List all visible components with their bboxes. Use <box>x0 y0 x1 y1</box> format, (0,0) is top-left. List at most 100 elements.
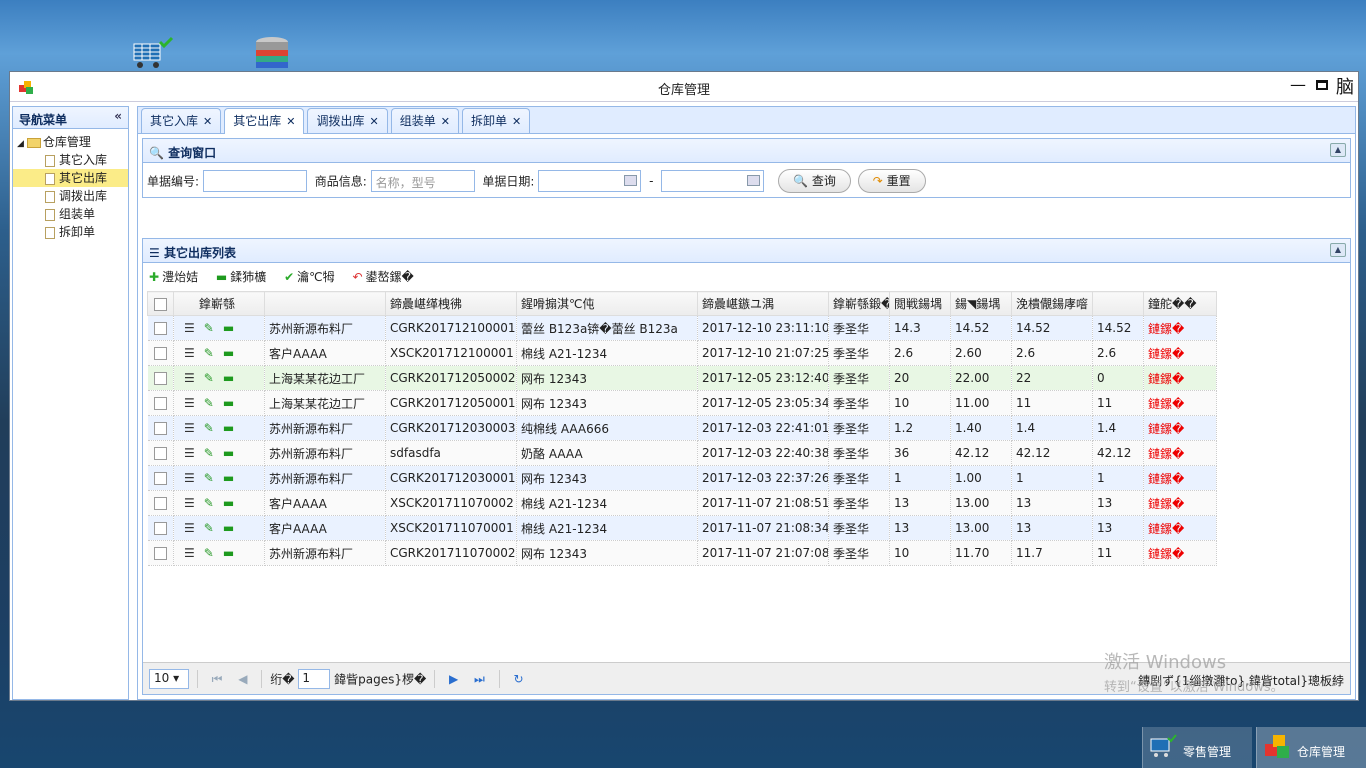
row-select-cell[interactable] <box>147 540 174 566</box>
close-tab-icon[interactable]: ✕ <box>369 115 378 128</box>
col-header[interactable] <box>1092 291 1144 316</box>
page-number-input[interactable]: 1 <box>298 669 331 689</box>
row-checkbox[interactable] <box>153 547 167 560</box>
table-row[interactable]: ☰ ✎ ▬ 苏州新源布料厂 CGRK201712100001 蕾丝 B123a锛�蕾丝 B… <box>147 315 1217 341</box>
edit-pencil-icon[interactable]: ✎ <box>204 371 214 385</box>
table-row[interactable]: ☰ ✎ ▬ 上海某某花边工厂 CGRK201712050002 网布 12343 2017-… <box>147 365 1217 391</box>
calendar-icon[interactable] <box>747 175 761 186</box>
delete-row-icon[interactable]: ▬ <box>223 521 234 535</box>
table-row[interactable]: ☰ ✎ ▬ 苏州新源布料厂 CGRK201712030001 网布 12343 2017-1… <box>147 465 1217 491</box>
edit-pencil-icon[interactable]: ✎ <box>204 521 214 535</box>
row-checkbox[interactable] <box>153 372 167 385</box>
tab-other-out[interactable]: 其它出库 ✕ <box>224 108 305 134</box>
edit-pencil-icon[interactable]: ✎ <box>204 396 214 410</box>
row-select-cell[interactable] <box>147 415 174 441</box>
nav-item-assembly[interactable]: 组装单 <box>13 205 128 223</box>
col-header[interactable]: 鍗曟嵁鏃ユ湡 <box>697 291 829 316</box>
row-select-cell[interactable] <box>147 515 174 541</box>
tab-assembly[interactable]: 组装单 ✕ <box>390 108 459 133</box>
table-row[interactable]: ☰ ✎ ▬ 苏州新源布料厂 sdfasdfa 奶酪 AAAA 2017-12-03 22:4… <box>147 440 1217 466</box>
col-header[interactable]: 鍚◥鍚堣 <box>950 291 1012 316</box>
row-checkbox[interactable] <box>153 472 167 485</box>
table-row[interactable]: ☰ ✎ ▬ 苏州新源布料厂 CGRK201711070002 网布 12343 2017-1… <box>147 540 1217 566</box>
last-page-icon[interactable]: ⏭ <box>474 672 485 687</box>
row-select-cell[interactable] <box>147 390 174 416</box>
edit-pencil-icon[interactable]: ✎ <box>204 496 214 510</box>
delete-row-icon[interactable]: ▬ <box>223 446 234 460</box>
edit-pencil-icon[interactable]: ✎ <box>204 546 214 560</box>
taskbar-retail[interactable]: 零售管理 <box>1142 727 1252 768</box>
calendar-icon[interactable] <box>624 175 638 186</box>
edit-pencil-icon[interactable]: ✎ <box>204 346 214 360</box>
col-header[interactable]: 閲戦鍚堣 <box>889 291 951 316</box>
select-all-header[interactable] <box>147 291 174 316</box>
row-select-cell[interactable] <box>147 340 174 366</box>
edit-pencil-icon[interactable]: ✎ <box>204 446 214 460</box>
nav-root[interactable]: ◢ 仓库管理 <box>13 133 128 151</box>
table-row[interactable]: ☰ ✎ ▬ 客户AAAA XSCK201711070002 棉线 A21-1234 2017… <box>147 490 1217 516</box>
first-page-icon[interactable]: ⏮ <box>212 672 223 687</box>
prev-page-icon[interactable]: ◀ <box>238 672 247 686</box>
delete-button[interactable]: ▬ 鍒犻櫎 <box>216 268 266 285</box>
collapse-left-icon[interactable]: « <box>114 109 122 123</box>
detail-list-icon[interactable]: ☰ <box>184 346 195 360</box>
refresh-icon[interactable]: ↻ <box>514 672 524 686</box>
row-select-cell[interactable] <box>147 440 174 466</box>
end-date-input[interactable] <box>661 170 765 192</box>
detail-list-icon[interactable]: ☰ <box>184 446 195 460</box>
table-row[interactable]: ☰ ✎ ▬ 苏州新源布料厂 CGRK201712030003 纯棉线 AAA666 2017… <box>147 415 1217 441</box>
approve-button[interactable]: ✔ 瀹℃牳 <box>284 268 335 285</box>
row-checkbox[interactable] <box>153 497 167 510</box>
tab-transfer-out[interactable]: 调拨出库 ✕ <box>307 108 388 133</box>
row-checkbox[interactable] <box>153 522 167 535</box>
close-tab-icon[interactable]: ✕ <box>441 115 450 128</box>
col-header[interactable]: 浼樻儬鍚庨噾 <box>1011 291 1093 316</box>
goods-input[interactable]: 名称，型号 <box>370 170 475 192</box>
detail-list-icon[interactable]: ☰ <box>184 521 195 535</box>
delete-row-icon[interactable]: ▬ <box>223 471 234 485</box>
row-checkbox[interactable] <box>153 347 167 360</box>
row-checkbox[interactable] <box>153 322 167 335</box>
nav-item-other-out[interactable]: 其它出库 <box>13 169 128 187</box>
col-header[interactable]: 鎿嶄綔 <box>173 291 265 316</box>
row-select-cell[interactable] <box>147 465 174 491</box>
detail-list-icon[interactable]: ☰ <box>184 496 195 510</box>
delete-row-icon[interactable]: ▬ <box>223 496 234 510</box>
select-all-checkbox[interactable] <box>154 297 167 311</box>
collapse-panel-icon[interactable]: ▲ <box>1330 143 1346 157</box>
col-header[interactable]: 鍗曟嵁缂栧彿 <box>385 291 517 316</box>
row-select-cell[interactable] <box>147 315 174 341</box>
edit-pencil-icon[interactable]: ✎ <box>204 471 214 485</box>
collapse-panel-icon[interactable]: ▲ <box>1330 243 1346 257</box>
delete-row-icon[interactable]: ▬ <box>223 346 234 360</box>
taskbar-warehouse[interactable]: 仓库管理 <box>1256 727 1366 768</box>
table-row[interactable]: ☰ ✎ ▬ 客户AAAA XSCK201711070001 棉线 A21-1234 2017… <box>147 515 1217 541</box>
delete-row-icon[interactable]: ▬ <box>223 371 234 385</box>
detail-list-icon[interactable]: ☰ <box>184 421 195 435</box>
next-page-icon[interactable]: ▶ <box>449 672 458 686</box>
close-tab-icon[interactable]: ✕ <box>286 115 295 128</box>
detail-list-icon[interactable]: ☰ <box>184 371 195 385</box>
detail-list-icon[interactable]: ☰ <box>184 471 195 485</box>
nav-item-transfer-out[interactable]: 调拨出库 <box>13 187 128 205</box>
tab-disassembly[interactable]: 拆卸单 ✕ <box>461 108 531 133</box>
doc-no-input[interactable] <box>202 170 307 192</box>
col-header[interactable]: 鍟嗗搧淇℃伅 <box>516 291 698 316</box>
table-row[interactable]: ☰ ✎ ▬ 上海某某花边工厂 CGRK201712050001 网布 12343 2017-… <box>147 390 1217 416</box>
close-tab-icon[interactable]: ✕ <box>203 115 212 128</box>
tab-other-in[interactable]: 其它入库 ✕ <box>141 108 222 133</box>
page-size-select[interactable]: 10 ▾ <box>149 669 189 689</box>
add-button[interactable]: ✚ 澧炲姞 <box>149 268 198 285</box>
edit-pencil-icon[interactable]: ✎ <box>204 321 214 335</box>
reset-button[interactable]: ↷ 重置 <box>857 169 926 193</box>
table-row[interactable]: ☰ ✎ ▬ 客户AAAA XSCK201712100001 棉线 A21-1234 2017… <box>147 340 1217 366</box>
col-header[interactable]: 鐘舵�� <box>1143 291 1217 316</box>
delete-row-icon[interactable]: ▬ <box>223 396 234 410</box>
row-checkbox[interactable] <box>153 447 167 460</box>
delete-row-icon[interactable]: ▬ <box>223 546 234 560</box>
cart-desktop-icon[interactable] <box>130 36 174 73</box>
detail-list-icon[interactable]: ☰ <box>184 396 195 410</box>
database-desktop-icon[interactable] <box>252 36 292 73</box>
row-select-cell[interactable] <box>147 490 174 516</box>
unapprove-button[interactable]: ↶ 鍙嶅鏍� <box>352 268 413 285</box>
